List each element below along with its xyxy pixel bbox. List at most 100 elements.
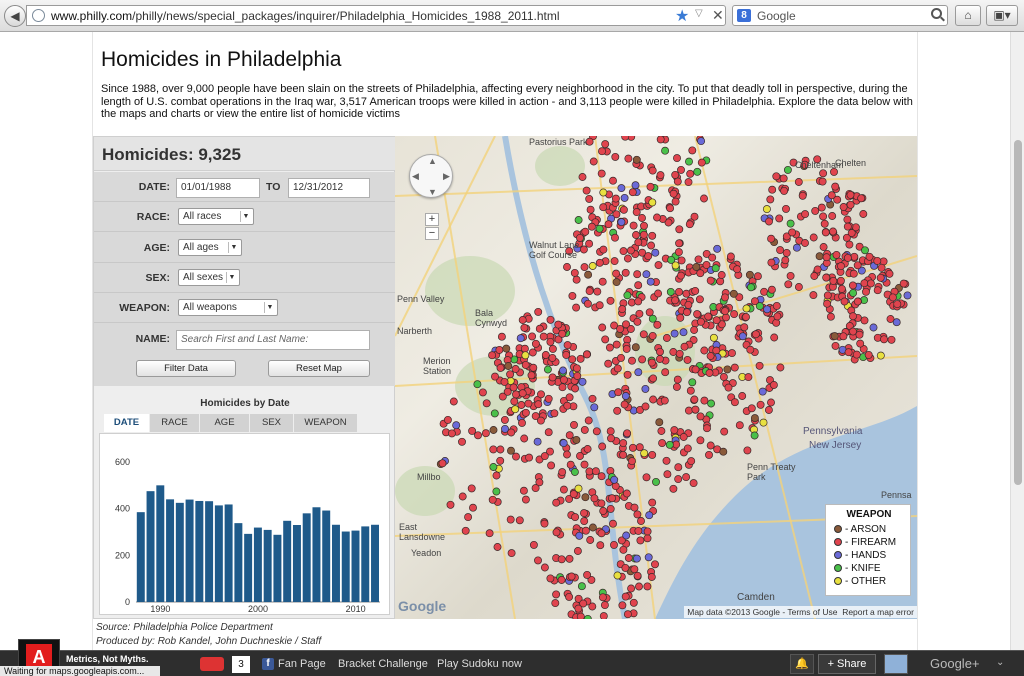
homicide-dot[interactable] [691, 405, 700, 414]
homicide-dot[interactable] [613, 364, 622, 373]
homicide-dot[interactable] [640, 449, 649, 458]
homicide-dot[interactable] [580, 425, 589, 434]
homicide-dot[interactable] [706, 352, 715, 360]
homicide-dot[interactable] [493, 543, 502, 551]
homicide-dot[interactable] [619, 545, 628, 554]
homicide-dot[interactable] [809, 291, 818, 300]
homicide-dot[interactable] [639, 330, 648, 339]
homicide-dot[interactable] [588, 394, 597, 403]
homicide-dot[interactable] [601, 335, 610, 344]
homicide-dot[interactable] [843, 215, 852, 224]
homicide-dot[interactable] [490, 409, 499, 418]
bar-2003[interactable] [283, 520, 292, 602]
chevron-down-icon[interactable]: ⌄ [996, 657, 1004, 668]
homicide-dot[interactable] [776, 363, 785, 372]
homicide-dot[interactable] [496, 363, 505, 372]
homicide-dot[interactable] [653, 320, 662, 329]
bar-2000[interactable] [253, 527, 262, 602]
homicide-dot[interactable] [767, 258, 776, 267]
homicide-dot[interactable] [869, 323, 878, 332]
stop-icon[interactable]: ✕ [712, 7, 724, 24]
homicide-dot[interactable] [772, 301, 781, 310]
homicide-dot[interactable] [671, 170, 680, 179]
homicide-dot[interactable] [606, 427, 615, 436]
homicide-dot[interactable] [626, 246, 635, 255]
homicide-dot[interactable] [584, 270, 593, 279]
homicide-dot[interactable] [819, 169, 828, 178]
homicide-dot[interactable] [618, 305, 627, 314]
bar-2009[interactable] [341, 531, 350, 602]
homicide-dot[interactable] [730, 398, 739, 407]
homicide-dot[interactable] [642, 473, 651, 482]
homicide-dot[interactable] [693, 310, 702, 319]
homicide-dot[interactable] [713, 244, 722, 253]
homicide-dot[interactable] [622, 344, 631, 353]
homicide-dot[interactable] [524, 399, 533, 408]
homicide-dot[interactable] [581, 227, 590, 236]
sudoku-link[interactable]: Play Sudoku now [437, 658, 522, 670]
homicide-dot[interactable] [458, 437, 466, 446]
homicide-dot[interactable] [511, 365, 520, 373]
homicide-dot[interactable] [822, 253, 831, 262]
bar-2002[interactable] [273, 534, 282, 602]
homicide-dot[interactable] [826, 312, 835, 321]
homicide-dot[interactable] [573, 371, 582, 380]
homicide-dot[interactable] [860, 279, 869, 288]
homicide-dot[interactable] [649, 374, 658, 383]
homicide-dot[interactable] [584, 416, 593, 425]
homicide-dot[interactable] [823, 299, 832, 308]
name-search-input[interactable]: Search First and Last Name: [176, 330, 370, 350]
homicide-dot[interactable] [582, 350, 591, 359]
homicide-dot[interactable] [876, 351, 885, 360]
homicide-dot[interactable] [582, 186, 591, 195]
homicide-dot[interactable] [643, 582, 652, 591]
homicide-dot[interactable] [572, 303, 581, 312]
bar-2007[interactable] [322, 510, 331, 602]
homicide-dot[interactable] [546, 315, 555, 324]
count-chip[interactable]: 3 [232, 656, 250, 673]
homicide-dot[interactable] [628, 457, 636, 466]
homicide-dot[interactable] [763, 305, 772, 314]
homicide-dot[interactable] [666, 287, 675, 296]
homicide-dot[interactable] [502, 344, 511, 353]
homicide-dot[interactable] [647, 573, 656, 581]
bar-1994[interactable] [195, 500, 204, 602]
homicide-dot[interactable] [700, 396, 709, 405]
homicide-dot[interactable] [521, 408, 530, 417]
homicide-dot[interactable] [694, 255, 703, 264]
homicide-dot[interactable] [697, 137, 706, 146]
homicide-dot[interactable] [593, 287, 602, 296]
homicide-dot[interactable] [509, 383, 518, 392]
homicide-dot[interactable] [640, 221, 648, 230]
homicide-dot[interactable] [724, 383, 733, 392]
homicide-dot[interactable] [682, 473, 691, 482]
homicide-dot[interactable] [747, 283, 755, 292]
homicide-dot[interactable] [598, 442, 607, 451]
homicide-dot[interactable] [580, 263, 589, 272]
homicide-dot[interactable] [683, 355, 692, 364]
homicide-dot[interactable] [638, 214, 646, 222]
homicide-dot[interactable] [671, 261, 680, 270]
homicide-dot[interactable] [677, 165, 685, 174]
homicide-dot[interactable] [525, 453, 534, 462]
homicide-dot[interactable] [769, 381, 778, 389]
homicide-dot[interactable] [686, 169, 695, 178]
homicide-dot[interactable] [853, 297, 862, 306]
homicide-dot[interactable] [619, 450, 628, 459]
homicide-dot[interactable] [645, 511, 654, 520]
homicide-dot[interactable] [610, 257, 619, 266]
homicide-dot[interactable] [648, 498, 657, 507]
homicide-dot[interactable] [876, 273, 885, 282]
homicide-dot[interactable] [850, 252, 859, 261]
homicide-dot[interactable] [843, 222, 852, 231]
homicide-dot[interactable] [733, 265, 742, 274]
homicide-dot[interactable] [661, 146, 670, 155]
homicide-dot[interactable] [533, 437, 542, 446]
avatar[interactable] [884, 654, 908, 674]
homicide-dot[interactable] [598, 277, 607, 286]
homicide-dot[interactable] [489, 426, 498, 434]
homicide-dot[interactable] [861, 246, 869, 255]
homicide-dot[interactable] [623, 291, 632, 300]
homicide-dot[interactable] [674, 463, 683, 472]
homicide-dot[interactable] [599, 245, 608, 254]
